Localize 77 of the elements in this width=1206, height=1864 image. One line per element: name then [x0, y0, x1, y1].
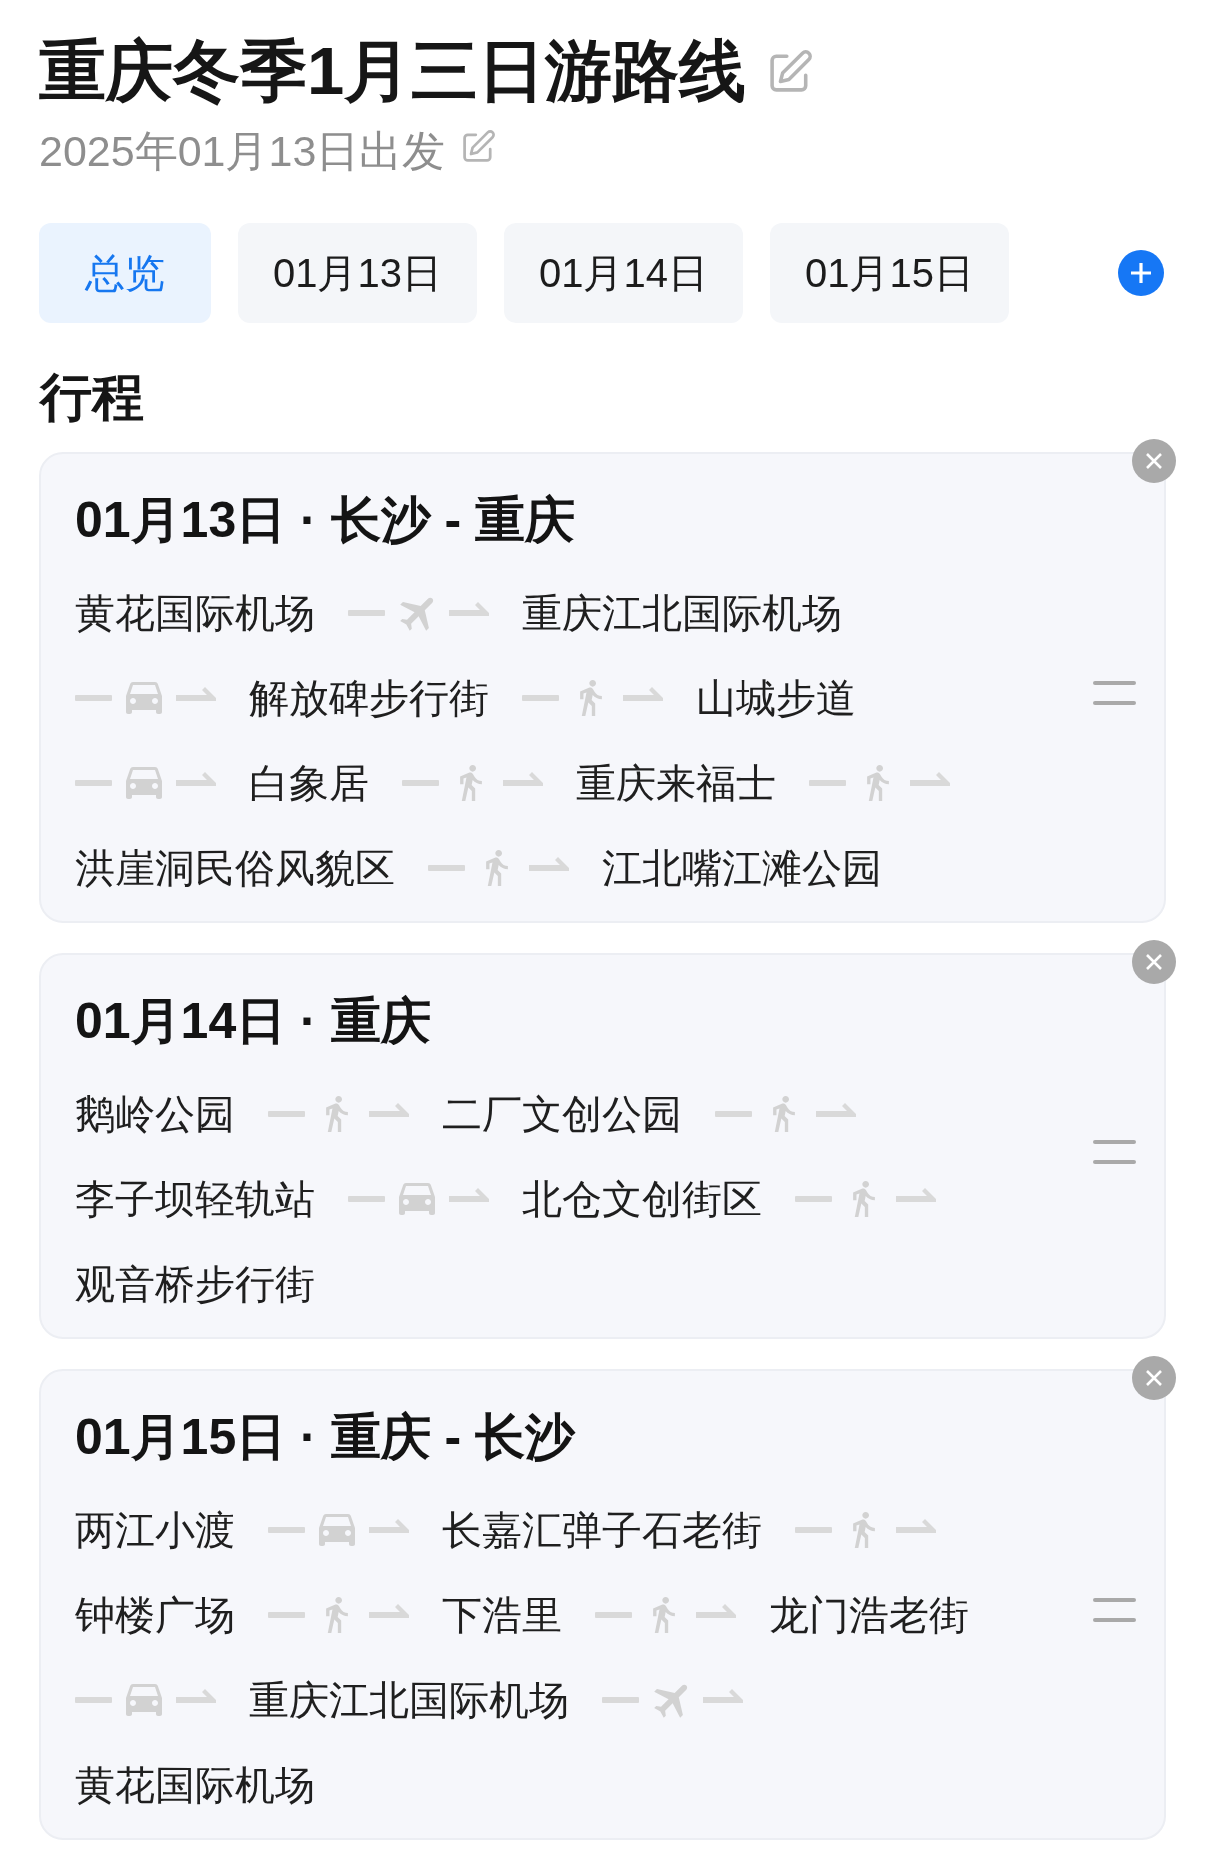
place-name: 重庆江北国际机场	[249, 1677, 569, 1724]
close-icon	[1146, 453, 1162, 469]
section-heading: 行程	[40, 367, 145, 427]
place-name: 山城步道	[696, 675, 856, 722]
day-title: 01月13日 · 长沙 - 重庆	[75, 491, 577, 550]
tab[interactable]: 01月15日	[769, 223, 1009, 323]
edit-icon[interactable]	[463, 130, 496, 162]
plane-icon	[654, 1682, 688, 1718]
close-icon	[1146, 954, 1162, 970]
arrow-icon	[503, 772, 543, 786]
arrow-icon	[449, 602, 489, 616]
drag-handle-icon[interactable]	[1093, 681, 1136, 705]
edit-icon[interactable]	[770, 50, 813, 92]
drag-handle-icon[interactable]	[1093, 1139, 1136, 1164]
walking-person-icon	[326, 1597, 348, 1633]
arrow-icon	[896, 1188, 936, 1202]
day-title: 01月14日 · 重庆	[75, 992, 432, 1051]
place-name: 黄花国际机场	[75, 590, 315, 637]
walking-person-icon	[853, 1181, 875, 1217]
arrow-icon	[896, 1519, 936, 1533]
place-name: 重庆来福士	[576, 760, 776, 807]
place-name: 长嘉汇弹子石老街	[442, 1507, 762, 1554]
place-name: 黄花国际机场	[75, 1762, 315, 1809]
arrow-icon	[176, 772, 216, 786]
car-icon	[319, 1514, 355, 1546]
place-name: 江北嘴江滩公园	[602, 845, 882, 892]
close-button[interactable]	[1132, 940, 1176, 984]
add-button[interactable]	[1118, 250, 1164, 296]
place-name: 鹅岭公园	[75, 1091, 235, 1138]
arrow-icon	[176, 1689, 216, 1703]
plane-icon	[400, 595, 434, 631]
place-name: 北仓文创街区	[522, 1176, 762, 1223]
walking-person-icon	[486, 850, 508, 886]
arrow-icon	[910, 772, 950, 786]
place-name: 下浩里	[442, 1592, 562, 1639]
trip-title: 重庆冬季1月三日游路线	[39, 32, 747, 110]
place-name: 重庆江北国际机场	[522, 590, 842, 637]
walking-person-icon	[853, 1512, 875, 1548]
tab[interactable]: 总览	[39, 223, 211, 323]
day-title: 01月15日 · 重庆 - 长沙	[75, 1408, 577, 1467]
arrow-icon	[369, 1103, 409, 1117]
place-name: 白象居	[249, 760, 369, 807]
walking-person-icon	[460, 765, 482, 801]
car-icon	[126, 1684, 162, 1716]
place-name: 观音桥步行街	[75, 1261, 315, 1308]
arrow-icon	[529, 857, 569, 871]
car-icon	[126, 682, 162, 714]
arrow-icon	[703, 1689, 743, 1703]
arrow-icon	[449, 1188, 489, 1202]
arrow-icon	[623, 687, 663, 701]
tab[interactable]: 01月13日	[238, 223, 477, 323]
place-name: 两江小渡	[75, 1507, 235, 1554]
place-name: 洪崖洞民俗风貌区	[75, 845, 395, 892]
plus-icon	[1131, 263, 1151, 283]
arrow-icon	[369, 1604, 409, 1618]
walking-person-icon	[773, 1096, 795, 1132]
walking-person-icon	[867, 765, 889, 801]
drag-handle-icon[interactable]	[1093, 1598, 1136, 1622]
close-button[interactable]	[1132, 439, 1176, 483]
place-name: 钟楼广场	[75, 1592, 235, 1639]
close-button[interactable]	[1132, 1356, 1176, 1400]
departure-date: 2025年01月13日出发	[39, 126, 446, 176]
place-name: 二厂文创公园	[442, 1091, 682, 1138]
walking-person-icon	[326, 1096, 348, 1132]
close-icon	[1146, 1370, 1162, 1386]
arrow-icon	[696, 1604, 736, 1618]
car-icon	[399, 1183, 435, 1215]
place-name: 李子坝轻轨站	[75, 1176, 315, 1223]
place-name: 龙门浩老街	[769, 1592, 969, 1639]
arrow-icon	[816, 1103, 856, 1117]
walking-person-icon	[653, 1597, 675, 1633]
tab[interactable]: 01月14日	[504, 223, 743, 323]
arrow-icon	[176, 687, 216, 701]
arrow-icon	[369, 1519, 409, 1533]
place-name: 解放碑步行街	[249, 675, 489, 722]
walking-person-icon	[580, 680, 602, 716]
car-icon	[126, 767, 162, 799]
